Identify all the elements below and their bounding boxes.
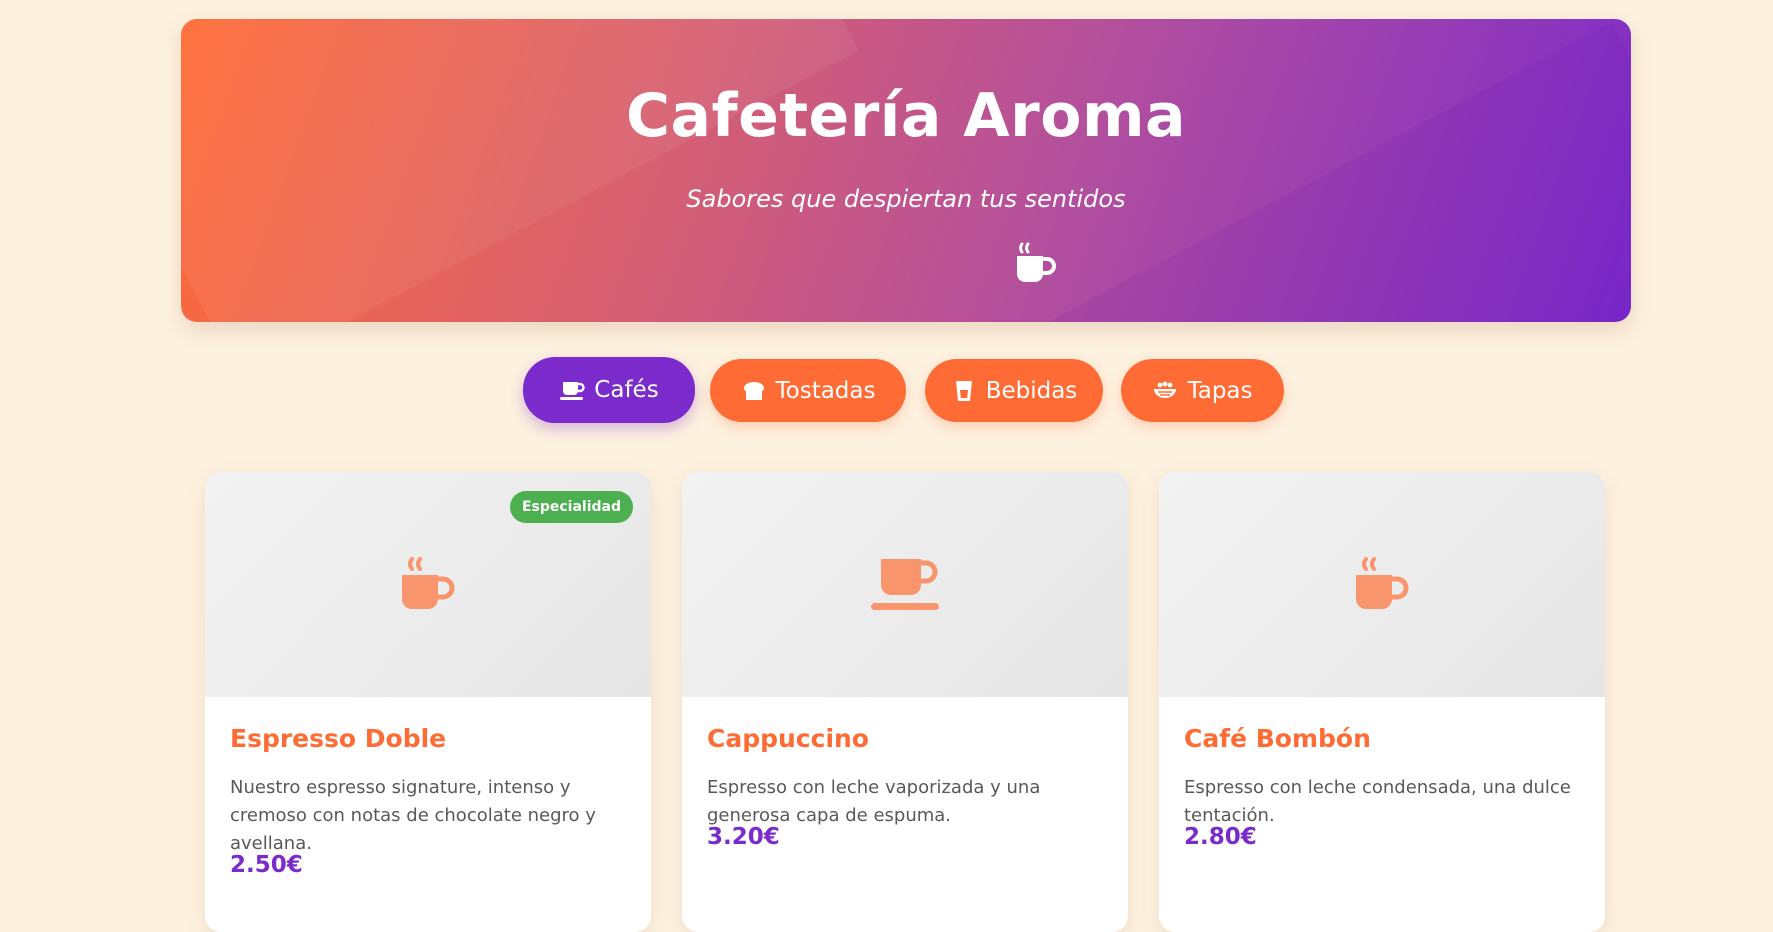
bread-icon: [743, 381, 764, 400]
tab-label: Bebidas: [985, 377, 1078, 404]
category-tabs: Cafés Tostadas Bebidas Tapas: [0, 357, 1773, 423]
product-card[interactable]: Especialidad Espresso Doble Nuestro espr…: [205, 472, 651, 932]
product-image: [682, 472, 1128, 697]
hot-coffee-icon: [402, 556, 455, 609]
page-subtitle: Sabores que despiertan tus sentidos: [686, 185, 1126, 213]
product-description: Nuestro espresso signature, intenso y cr…: [230, 777, 596, 854]
tab-cafes[interactable]: Cafés: [523, 357, 695, 423]
product-name: Espresso Doble: [230, 724, 447, 753]
product-price: 2.50€: [230, 852, 303, 878]
product-card[interactable]: Cappuccino Espresso con leche vaporizada…: [682, 472, 1128, 932]
tab-tostadas[interactable]: Tostadas: [710, 359, 906, 422]
tab-label: Cafés: [594, 377, 659, 403]
tab-label: Tostadas: [775, 377, 876, 404]
tab-label: Tapas: [1187, 377, 1253, 404]
bowl-food-icon: [1154, 381, 1177, 398]
specialty-badge: Especialidad: [509, 491, 633, 523]
hot-coffee-icon: [1017, 242, 1056, 282]
page-title: Cafetería Aroma: [626, 81, 1186, 151]
product-name: Café Bombón: [1184, 724, 1371, 753]
product-image: Especialidad: [205, 472, 651, 697]
product-image: [1159, 472, 1605, 697]
product-card[interactable]: Café Bombón Espresso con leche condensad…: [1159, 472, 1605, 932]
product-name: Cappuccino: [707, 724, 869, 753]
hero-header: Cafetería Aroma Sabores que despiertan t…: [181, 19, 1631, 322]
product-description: Espresso con leche condensada, una dulce…: [1184, 777, 1571, 826]
tab-tapas[interactable]: Tapas: [1121, 359, 1284, 422]
product-description: Espresso con leche vaporizada y una gene…: [707, 777, 1041, 826]
coffee-cup-saucer-icon: [871, 558, 939, 610]
product-price: 3.20€: [707, 824, 780, 850]
glass-icon: [955, 380, 972, 401]
product-price: 2.80€: [1184, 824, 1257, 850]
hot-coffee-icon: [1356, 556, 1409, 609]
coffee-cup-saucer-icon: [560, 382, 585, 400]
tab-bebidas[interactable]: Bebidas: [925, 359, 1103, 422]
